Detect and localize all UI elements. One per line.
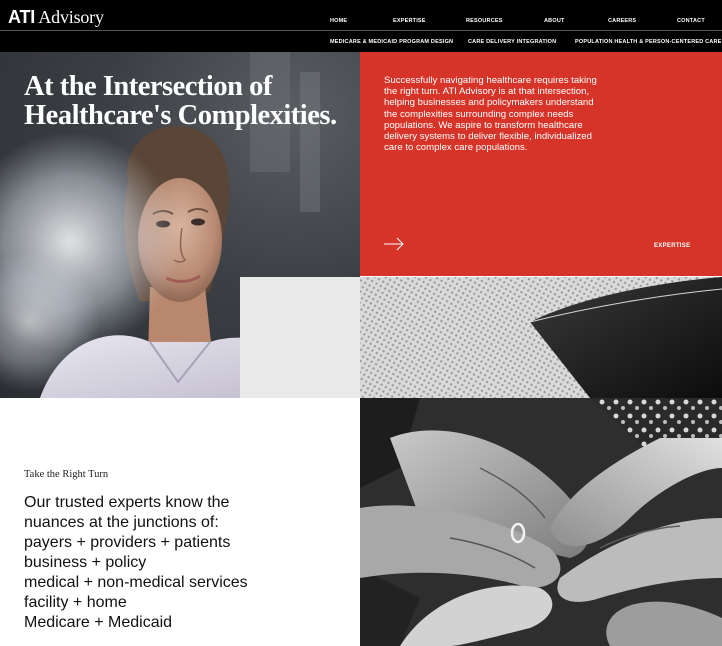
expertise-cta-link[interactable]: EXPERTISE <box>654 243 690 249</box>
hero-title-line-1: At the Intersection of <box>24 71 272 102</box>
header-divider <box>0 30 722 31</box>
summary-line: Medicare + Medicaid <box>24 614 173 631</box>
nav-contact[interactable]: CONTACT <box>677 18 705 24</box>
summary-line: Our trusted experts know the <box>24 494 230 511</box>
summary-line: nuances at the junctions of: <box>24 514 219 531</box>
summary-line: facility + home <box>24 594 127 611</box>
architecture-image <box>360 277 722 398</box>
hero-title-line-2: Healthcare's Complexities. <box>24 100 337 131</box>
nav-about[interactable]: ABOUT <box>544 18 565 24</box>
site-logo[interactable]: ATI Advisory <box>8 7 104 28</box>
stacked-hands-image <box>360 398 722 646</box>
nav-expertise[interactable]: EXPERTISE <box>393 18 426 24</box>
intro-panel-text: Successfully navigating healthcare requi… <box>384 75 597 154</box>
nav-resources[interactable]: RESOURCES <box>466 18 503 24</box>
summary-line: business + policy <box>24 554 147 571</box>
expertise-summary: Our trusted experts know the nuances at … <box>24 493 344 633</box>
site-header: ATI Advisory HOME EXPERTISE RESOURCES AB… <box>0 0 722 52</box>
arrow-right-icon[interactable] <box>383 237 405 251</box>
logo-mark: ATI <box>8 7 36 27</box>
summary-line: payers + providers + patients <box>24 534 231 551</box>
summary-line: medical + non-medical services <box>24 574 248 591</box>
nav-medicare-medicaid[interactable]: MEDICARE & MEDICAID PROGRAM DESIGN <box>330 39 453 45</box>
nav-careers[interactable]: CAREERS <box>608 18 636 24</box>
nav-population-health[interactable]: POPULATION HEALTH & PERSON-CENTERED CARE <box>575 39 722 45</box>
logo-wordmark: Advisory <box>35 7 104 27</box>
hero-title: At the Intersection of Healthcare's Comp… <box>24 72 354 130</box>
section-eyebrow: Take the Right Turn <box>24 469 109 480</box>
gray-accent-block <box>240 277 360 398</box>
nav-care-delivery[interactable]: CARE DELIVERY INTEGRATION <box>468 39 556 45</box>
nav-home[interactable]: HOME <box>330 18 347 24</box>
